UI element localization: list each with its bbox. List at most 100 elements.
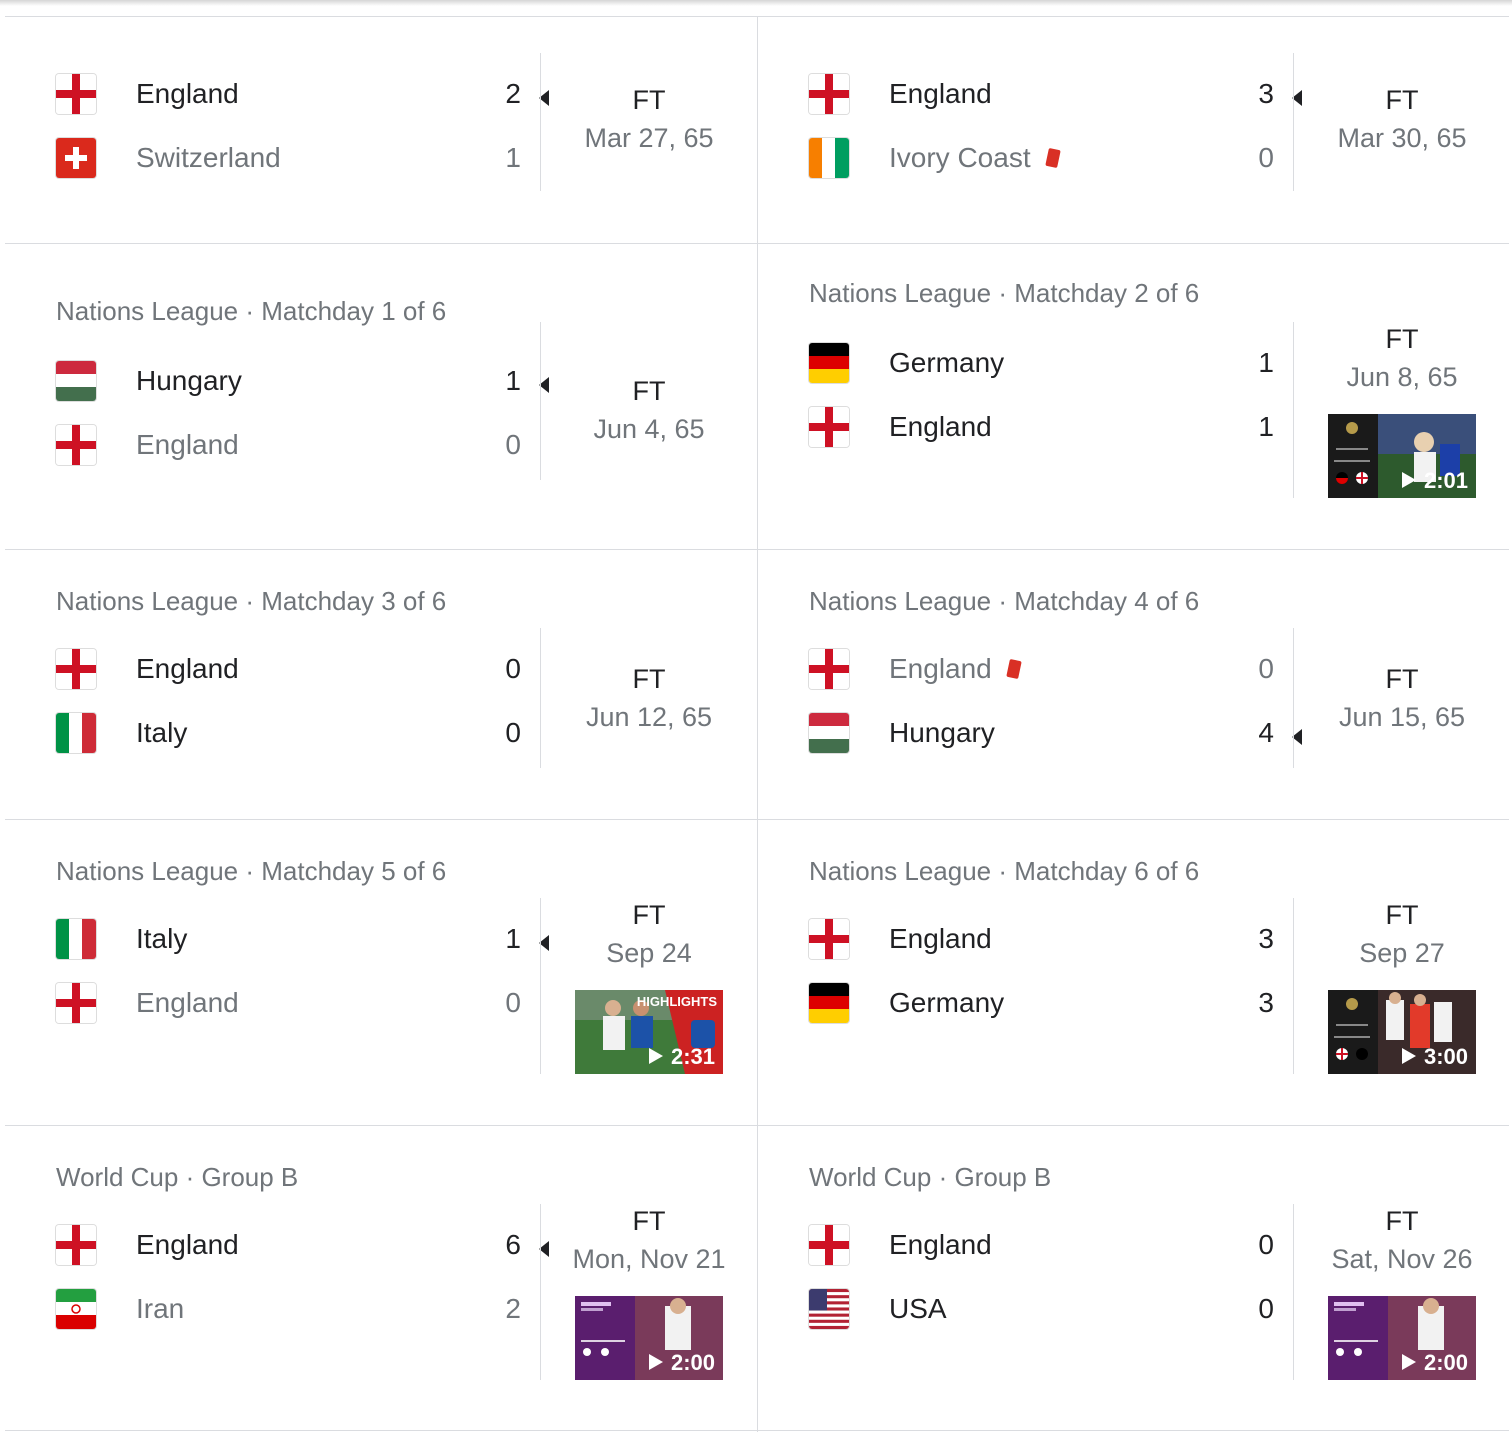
team-name-text: England — [889, 411, 992, 442]
status-text: FT — [632, 664, 666, 694]
team-row-away: England 1 — [809, 405, 1279, 449]
red-card-icon — [1044, 147, 1061, 168]
match-row: Nations League · Matchday 1 of 6 Hungary 1… — [5, 243, 1509, 550]
video-duration: 2:01 — [1401, 468, 1468, 494]
match-card[interactable]: Nations League · Matchday 3 of 6 England 0… — [5, 550, 757, 820]
team-score: 2 — [505, 78, 549, 110]
match-date: Sep 24 — [606, 938, 692, 968]
match-card[interactable]: World Cup · Group B England 0 USA 0 FT Sat, No… — [757, 1126, 1509, 1432]
match-status: FT Mar 27, 65 — [542, 81, 756, 157]
play-icon — [1401, 1354, 1416, 1371]
usa-flag-icon — [809, 1289, 849, 1329]
video-duration: 2:00 — [1401, 1350, 1468, 1376]
italy-flag-icon — [56, 919, 96, 959]
status-text: FT — [1385, 664, 1419, 694]
match-card[interactable]: England 3 Ivory Coast 0 FT Mar 30, 65 — [757, 17, 1509, 244]
team-score: 0 — [505, 717, 521, 748]
england-flag-icon — [56, 983, 96, 1023]
hungary-flag-icon — [56, 361, 96, 401]
match-card[interactable]: Nations League · Matchday 4 of 6 England 0… — [757, 550, 1509, 820]
divider — [540, 322, 541, 480]
competition-label: Nations League · Matchday 4 of 6 — [809, 586, 1200, 616]
match-date: Mon, Nov 21 — [572, 1244, 726, 1274]
team-name: USA — [889, 1293, 947, 1325]
team-row-away: Italy 0 — [56, 711, 526, 755]
highlights-video-thumbnail[interactable]: 2:00 — [575, 1296, 723, 1380]
team-name: Germany — [889, 987, 1004, 1019]
team-name: Italy — [136, 923, 187, 955]
england-flag-icon — [56, 1225, 96, 1265]
england-flag-icon — [809, 74, 849, 114]
team-row-home: England 0 — [809, 647, 1279, 691]
divider — [540, 53, 541, 191]
team-row-away: Hungary 4 — [809, 711, 1302, 755]
team-name-text: Italy — [136, 717, 188, 748]
play-icon — [648, 1048, 663, 1065]
team-name-text: England — [136, 1229, 239, 1260]
divider — [1293, 898, 1294, 1074]
competition-label: Nations League · Matchday 3 of 6 — [56, 586, 447, 616]
match-row: Nations League · Matchday 5 of 6 Italy 1 En… — [5, 819, 1509, 1126]
match-date: Sep 27 — [1359, 938, 1445, 968]
team-row-away: England 0 — [56, 423, 526, 467]
team-row-away: Switzerland 1 — [56, 136, 526, 180]
highlights-video-thumbnail[interactable]: 2:00 — [1328, 1296, 1476, 1380]
competition-label: Nations League · Matchday 5 of 6 — [56, 856, 447, 886]
match-card[interactable]: Nations League · Matchday 2 of 6 Germany 1… — [757, 244, 1509, 550]
team-name-text: Hungary — [136, 365, 242, 396]
team-row-away: England 0 — [56, 981, 526, 1025]
team-score: 3 — [1258, 987, 1274, 1018]
team-score: 0 — [1258, 142, 1274, 173]
highlights-video-thumbnail[interactable]: HIGHLIGHTS 2:31 — [575, 990, 723, 1074]
team-name-text: England — [889, 1229, 992, 1260]
play-icon — [1401, 472, 1416, 489]
duration-text: 2:31 — [670, 1044, 715, 1069]
team-name-text: Switzerland — [136, 142, 281, 173]
team-score: 0 — [505, 429, 521, 460]
team-name: Switzerland — [136, 142, 281, 174]
england-flag-icon — [56, 74, 96, 114]
team-name: Italy — [136, 717, 187, 749]
team-name-text: Italy — [136, 923, 188, 954]
highlights-video-thumbnail[interactable]: 3:00 — [1328, 990, 1476, 1074]
duration-text: 2:01 — [1423, 468, 1468, 493]
match-results-grid: England 2 Switzerland 1 FT Mar 27, 65 England 3… — [5, 16, 1509, 1432]
team-name-text: England — [889, 923, 992, 954]
status-text: FT — [1385, 324, 1419, 354]
hungary-flag-icon — [809, 713, 849, 753]
match-card[interactable]: England 2 Switzerland 1 FT Mar 27, 65 — [5, 17, 757, 244]
team-name-text: England — [136, 429, 239, 460]
competition-label: Nations League · Matchday 2 of 6 — [809, 278, 1200, 308]
team-row-home: England 2 — [56, 72, 549, 116]
match-card[interactable]: World Cup · Group B England 6 Iran 2 FT Mon, N… — [5, 1126, 757, 1432]
team-score: 1 — [1258, 347, 1274, 378]
divider — [540, 898, 541, 1074]
divider — [1293, 322, 1294, 498]
video-duration: 2:00 — [648, 1350, 715, 1376]
status-text: FT — [632, 85, 666, 115]
team-name-text: England — [889, 653, 992, 684]
highlights-video-thumbnail[interactable]: 2:01 — [1328, 414, 1476, 498]
team-name: Iran — [136, 1293, 184, 1325]
team-name: Hungary — [889, 717, 995, 749]
team-row-away: Iran 2 — [56, 1287, 526, 1331]
team-score: 0 — [505, 987, 521, 1018]
team-name: England — [136, 653, 239, 685]
team-row-home: England 0 — [809, 1223, 1279, 1267]
team-name: Ivory Coast — [889, 142, 1061, 174]
match-row: Nations League · Matchday 3 of 6 England 0… — [5, 549, 1509, 820]
team-score: 6 — [505, 1229, 549, 1261]
match-status: FT Jun 8, 65 — [1295, 320, 1509, 396]
germany-flag-icon — [809, 343, 849, 383]
match-card[interactable]: Nations League · Matchday 5 of 6 Italy 1 En… — [5, 820, 757, 1126]
team-name-text: England — [889, 78, 992, 109]
match-card[interactable]: Nations League · Matchday 1 of 6 Hungary 1… — [5, 244, 757, 550]
team-row-home: Italy 1 — [56, 917, 549, 961]
match-card[interactable]: Nations League · Matchday 6 of 6 England 3… — [757, 820, 1509, 1126]
team-name: England — [889, 923, 992, 955]
team-name: England — [136, 987, 239, 1019]
match-date: Sat, Nov 26 — [1331, 1244, 1473, 1274]
match-status: FT Mar 30, 65 — [1295, 81, 1509, 157]
match-status: FT Jun 4, 65 — [542, 372, 756, 448]
match-date: Jun 4, 65 — [593, 414, 705, 444]
